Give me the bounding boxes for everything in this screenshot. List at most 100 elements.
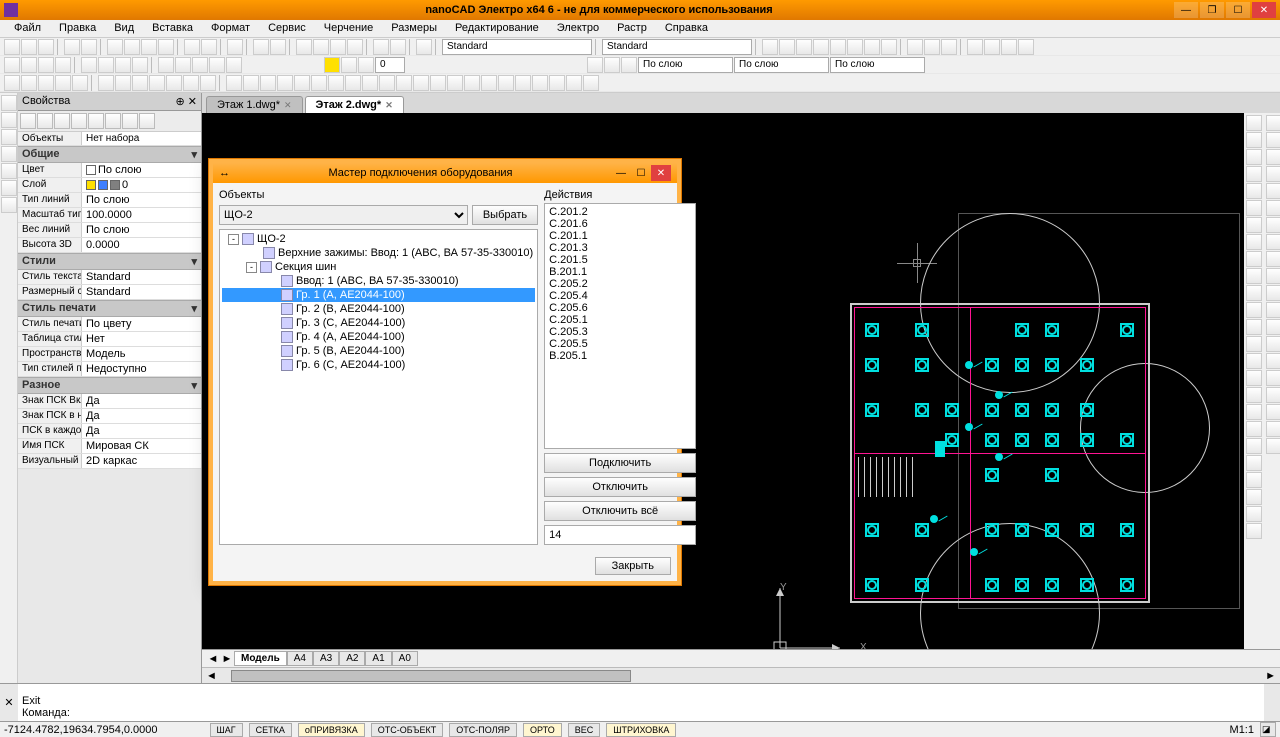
tb3-26[interactable]	[447, 75, 463, 91]
switch-fixture[interactable]	[965, 423, 973, 431]
prop-val-objects[interactable]: Нет набора	[82, 132, 201, 145]
switch-fixture[interactable]	[970, 548, 978, 556]
tb3-9[interactable]	[149, 75, 165, 91]
rv2-8[interactable]	[1266, 234, 1280, 250]
light-fixture[interactable]	[1015, 433, 1029, 447]
light-fixture[interactable]	[985, 468, 999, 482]
list-item[interactable]: В.205.1	[547, 350, 693, 362]
tb3-11[interactable]	[183, 75, 199, 91]
tb-undo[interactable]	[184, 39, 200, 55]
prop-val[interactable]: Мировая СК	[82, 439, 201, 453]
tb-zoomw[interactable]	[330, 39, 346, 55]
rv2-14[interactable]	[1266, 336, 1280, 352]
tb2-11[interactable]	[192, 57, 208, 73]
tree-item[interactable]: Гр. 5 (B, АЕ2044-100)	[222, 344, 535, 358]
list-item[interactable]: С.205.3	[547, 326, 693, 338]
tb-copy[interactable]	[124, 39, 140, 55]
rv-12[interactable]	[1246, 302, 1262, 318]
rv-7[interactable]	[1246, 217, 1262, 233]
list-item[interactable]: С.201.6	[547, 218, 693, 230]
tree-item[interactable]: Гр. 3 (C, АЕ2044-100)	[222, 316, 535, 330]
prop-val[interactable]: Да	[82, 409, 201, 423]
sb-osnap[interactable]: оПРИВЯЗКА	[298, 723, 365, 737]
rv2-12[interactable]	[1266, 302, 1280, 318]
light-fixture[interactable]	[915, 358, 929, 372]
lv-select-icon[interactable]	[1, 95, 17, 111]
rv-5[interactable]	[1246, 183, 1262, 199]
list-item[interactable]: С.201.2	[547, 206, 693, 218]
prop-section-header[interactable]: Стили▾	[18, 253, 201, 270]
sb-lwt[interactable]: ВЕС	[568, 723, 601, 737]
tb-new[interactable]	[4, 39, 20, 55]
tb-redo[interactable]	[201, 39, 217, 55]
prop-val[interactable]: По слою	[82, 163, 201, 177]
minimize-button[interactable]: —	[1174, 2, 1198, 18]
rv-21[interactable]	[1246, 455, 1262, 471]
tb3-22[interactable]	[379, 75, 395, 91]
layout-tab-model[interactable]: Модель	[234, 651, 287, 666]
light-fixture[interactable]	[865, 403, 879, 417]
rv2-7[interactable]	[1266, 217, 1280, 233]
tb3-5[interactable]	[72, 75, 88, 91]
tb-g15[interactable]	[1018, 39, 1034, 55]
prop-val[interactable]: 0.0000	[82, 238, 201, 252]
pt-2[interactable]	[37, 113, 53, 129]
light-fixture[interactable]	[985, 358, 999, 372]
tree-item[interactable]: Верхние зажимы: Ввод: 1 (ABC, ВА 57-35-3…	[222, 246, 535, 260]
tb-g11[interactable]	[941, 39, 957, 55]
tb-pan[interactable]	[296, 39, 312, 55]
prop-val[interactable]: Недоступно	[82, 362, 201, 376]
light-fixture[interactable]	[865, 358, 879, 372]
rv-1[interactable]	[1246, 115, 1262, 131]
rv2-16[interactable]	[1266, 370, 1280, 386]
list-item[interactable]: В.201.1	[547, 266, 693, 278]
lv-5[interactable]	[1, 163, 17, 179]
panel-pin-icon[interactable]: ⊕ ✕	[176, 95, 198, 108]
rv-16[interactable]	[1246, 370, 1262, 386]
tb3-24[interactable]	[413, 75, 429, 91]
tb-g14[interactable]	[1001, 39, 1017, 55]
rv-15[interactable]	[1246, 353, 1262, 369]
lv-7[interactable]	[1, 197, 17, 213]
menu-modify[interactable]: Редактирование	[447, 20, 547, 37]
prop-section-header[interactable]: Стиль печати▾	[18, 300, 201, 317]
light-fixture[interactable]	[1045, 433, 1059, 447]
status-extra-icon[interactable]: ◪	[1260, 722, 1276, 737]
light-fixture[interactable]	[1080, 523, 1094, 537]
list-item[interactable]: С.205.6	[547, 302, 693, 314]
tb3-14[interactable]	[243, 75, 259, 91]
dialog-tree[interactable]: -ЩО-2Верхние зажимы: Ввод: 1 (ABC, ВА 57…	[219, 229, 538, 545]
tb3-2[interactable]	[21, 75, 37, 91]
cmd-handle-icon[interactable]: ✕	[0, 684, 18, 721]
menu-dim[interactable]: Размеры	[383, 20, 445, 37]
scrollbar-thumb[interactable]	[231, 670, 631, 682]
layout-prev-icon[interactable]: ◄	[206, 653, 220, 665]
layer-prop-combo-1[interactable]	[638, 57, 733, 73]
dialog-disconnect-all-button[interactable]: Отключить всё	[544, 501, 696, 521]
sb-otrack[interactable]: ОТС-ОБЪЕКТ	[371, 723, 443, 737]
tb-g13[interactable]	[984, 39, 1000, 55]
sb-polar[interactable]: ОТС-ПОЛЯР	[449, 723, 517, 737]
horizontal-scrollbar[interactable]: ◄ ►	[202, 667, 1280, 683]
rv-17[interactable]	[1246, 387, 1262, 403]
layout-tab-a1[interactable]: A1	[365, 651, 391, 666]
tb2-p2[interactable]	[604, 57, 620, 73]
menu-electro[interactable]: Электро	[549, 20, 607, 37]
tb2-l3[interactable]	[358, 57, 374, 73]
pt-6[interactable]	[105, 113, 121, 129]
light-fixture[interactable]	[945, 403, 959, 417]
tb3-27[interactable]	[464, 75, 480, 91]
light-fixture[interactable]	[1045, 523, 1059, 537]
list-item[interactable]: С.201.3	[547, 242, 693, 254]
light-fixture[interactable]	[1045, 323, 1059, 337]
switch-fixture[interactable]	[995, 391, 1003, 399]
tb3-7[interactable]	[115, 75, 131, 91]
tb-paste[interactable]	[141, 39, 157, 55]
layout-tab-a0[interactable]: A0	[392, 651, 418, 666]
prop-val[interactable]: 0	[82, 178, 201, 192]
tb2-10[interactable]	[175, 57, 191, 73]
menu-raster[interactable]: Растр	[609, 20, 655, 37]
dialog-minimize-button[interactable]: —	[611, 165, 631, 181]
tb-meas[interactable]	[373, 39, 389, 55]
rv-6[interactable]	[1246, 200, 1262, 216]
